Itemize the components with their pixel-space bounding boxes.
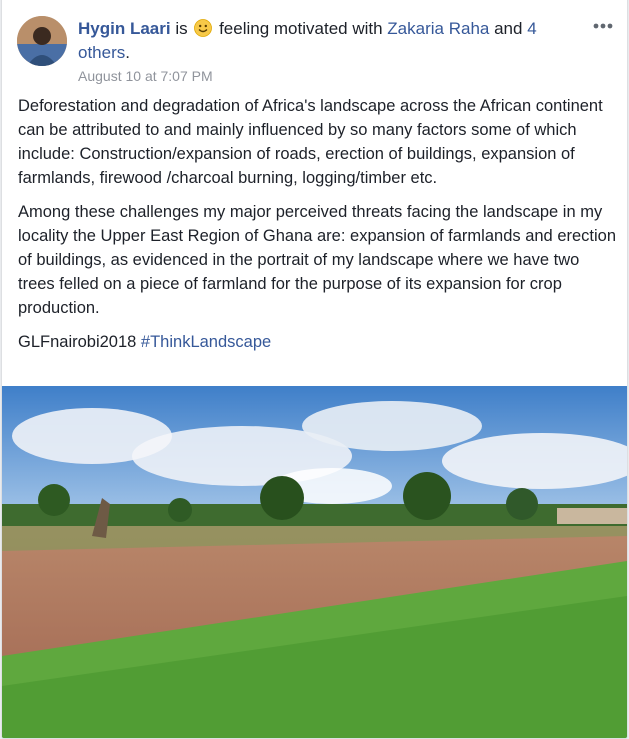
post-paragraph: Among these challenges my major perceive… [18, 203, 617, 317]
and-text: and [494, 19, 523, 38]
avatar-photo [17, 16, 67, 66]
author-name[interactable]: Hygin Laari [78, 19, 171, 38]
hashtag-link[interactable]: #ThinkLandscape [141, 333, 271, 351]
post-photo[interactable] [2, 386, 627, 738]
post-header: Hygin Laari is feeling motivated with Za… [78, 17, 578, 65]
more-options-icon[interactable] [591, 18, 615, 34]
plain-tag: GLFnairobi2018 [18, 333, 137, 351]
smiley-emoji-icon [194, 19, 213, 37]
feeling-text: feeling motivated with [219, 19, 383, 38]
post-card: Hygin Laari is feeling motivated with Za… [1, 0, 628, 739]
post-tags: GLFnairobi2018 #ThinkLandscape [18, 330, 618, 354]
post-paragraph: Deforestation and degradation of Africa'… [18, 97, 603, 187]
tagged-person-link[interactable]: Zakaria Raha [387, 19, 489, 38]
header-period: . [125, 43, 130, 62]
author-avatar[interactable] [17, 16, 67, 66]
post-timestamp[interactable]: August 10 at 7:07 PM [78, 68, 213, 84]
post-body: Deforestation and degradation of Africa'… [18, 94, 618, 364]
status-is-text: is [175, 19, 188, 38]
